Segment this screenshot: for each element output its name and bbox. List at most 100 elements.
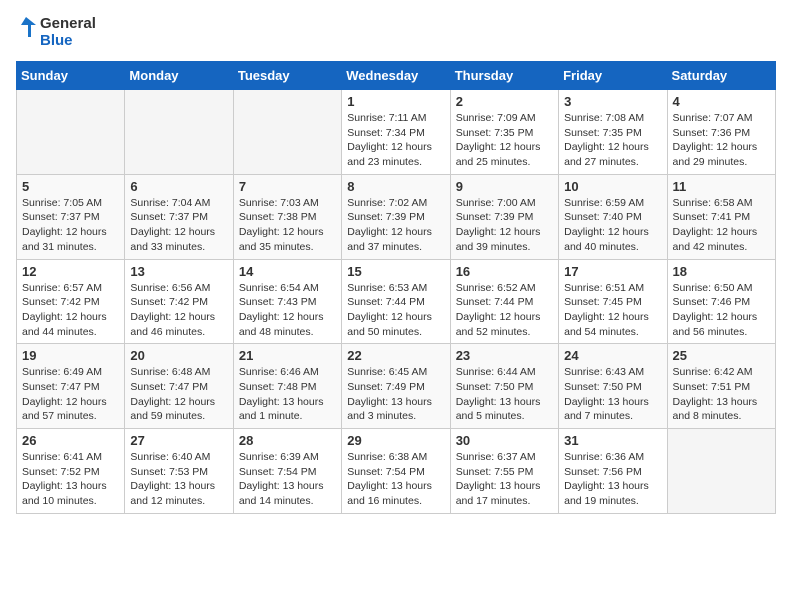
weekday-header: Saturday [667,62,775,90]
day-number: 15 [347,264,444,279]
day-info: Sunrise: 7:11 AM Sunset: 7:34 PM Dayligh… [347,111,444,170]
calendar-week-row: 12 Sunrise: 6:57 AM Sunset: 7:42 PM Dayli… [17,259,776,344]
weekday-header: Wednesday [342,62,450,90]
day-number: 21 [239,348,336,363]
day-number: 10 [564,179,661,194]
calendar-cell: 29 Sunrise: 6:38 AM Sunset: 7:54 PM Dayli… [342,429,450,514]
day-number: 27 [130,433,227,448]
calendar-header-row: SundayMondayTuesdayWednesdayThursdayFrid… [17,62,776,90]
day-info: Sunrise: 7:02 AM Sunset: 7:39 PM Dayligh… [347,196,444,255]
calendar-cell: 5 Sunrise: 7:05 AM Sunset: 7:37 PM Daylig… [17,174,125,259]
calendar-cell: 12 Sunrise: 6:57 AM Sunset: 7:42 PM Dayli… [17,259,125,344]
day-info: Sunrise: 7:00 AM Sunset: 7:39 PM Dayligh… [456,196,553,255]
day-info: Sunrise: 6:49 AM Sunset: 7:47 PM Dayligh… [22,365,119,424]
day-number: 6 [130,179,227,194]
day-info: Sunrise: 6:45 AM Sunset: 7:49 PM Dayligh… [347,365,444,424]
day-number: 9 [456,179,553,194]
calendar-cell: 18 Sunrise: 6:50 AM Sunset: 7:46 PM Dayli… [667,259,775,344]
day-number: 13 [130,264,227,279]
day-info: Sunrise: 7:04 AM Sunset: 7:37 PM Dayligh… [130,196,227,255]
weekday-header: Friday [559,62,667,90]
calendar-cell: 10 Sunrise: 6:59 AM Sunset: 7:40 PM Dayli… [559,174,667,259]
logo-text: General Blue [40,16,96,49]
day-info: Sunrise: 6:46 AM Sunset: 7:48 PM Dayligh… [239,365,336,424]
weekday-header: Monday [125,62,233,90]
calendar-cell: 16Sunrise: 6:52 AM Sunset: 7:44 PM Dayli… [450,259,558,344]
day-info: Sunrise: 6:43 AM Sunset: 7:50 PM Dayligh… [564,365,661,424]
day-info: Sunrise: 7:09 AM Sunset: 7:35 PM Dayligh… [456,111,553,170]
day-info: Sunrise: 7:08 AM Sunset: 7:35 PM Dayligh… [564,111,661,170]
calendar-cell: 1 Sunrise: 7:11 AM Sunset: 7:34 PM Daylig… [342,90,450,175]
day-info: Sunrise: 6:41 AM Sunset: 7:52 PM Dayligh… [22,450,119,509]
day-info: Sunrise: 6:37 AM Sunset: 7:55 PM Dayligh… [456,450,553,509]
weekday-header: Sunday [17,62,125,90]
day-number: 29 [347,433,444,448]
day-number: 24 [564,348,661,363]
calendar-cell: 21 Sunrise: 6:46 AM Sunset: 7:48 PM Dayli… [233,344,341,429]
day-info: Sunrise: 6:40 AM Sunset: 7:53 PM Dayligh… [130,450,227,509]
calendar-cell: 8 Sunrise: 7:02 AM Sunset: 7:39 PM Daylig… [342,174,450,259]
day-info: Sunrise: 6:50 AM Sunset: 7:46 PM Dayligh… [673,281,770,340]
weekday-header: Thursday [450,62,558,90]
day-number: 7 [239,179,336,194]
day-info: Sunrise: 7:07 AM Sunset: 7:36 PM Dayligh… [673,111,770,170]
day-info: Sunrise: 6:54 AM Sunset: 7:43 PM Dayligh… [239,281,336,340]
calendar-week-row: 19 Sunrise: 6:49 AM Sunset: 7:47 PM Dayli… [17,344,776,429]
day-info: Sunrise: 6:44 AM Sunset: 7:50 PM Dayligh… [456,365,553,424]
day-number: 31 [564,433,661,448]
calendar-cell: 15 Sunrise: 6:53 AM Sunset: 7:44 PM Dayli… [342,259,450,344]
day-number: 22 [347,348,444,363]
day-info: Sunrise: 6:48 AM Sunset: 7:47 PM Dayligh… [130,365,227,424]
logo-blue: Blue [40,33,96,50]
day-info: Sunrise: 6:52 AM Sunset: 7:44 PM Dayligh… [456,281,553,340]
day-number: 19 [22,348,119,363]
day-info: Sunrise: 7:05 AM Sunset: 7:37 PM Dayligh… [22,196,119,255]
calendar-week-row: 5 Sunrise: 7:05 AM Sunset: 7:37 PM Daylig… [17,174,776,259]
calendar-cell: 17Sunrise: 6:51 AM Sunset: 7:45 PM Dayli… [559,259,667,344]
day-number: 11 [673,179,770,194]
day-number: 26 [22,433,119,448]
logo-bird-icon [16,17,36,49]
day-number: 18 [673,264,770,279]
calendar-cell [667,429,775,514]
calendar-cell: 20 Sunrise: 6:48 AM Sunset: 7:47 PM Dayli… [125,344,233,429]
day-number: 28 [239,433,336,448]
day-number: 12 [22,264,119,279]
calendar-cell: 9 Sunrise: 7:00 AM Sunset: 7:39 PM Daylig… [450,174,558,259]
calendar-cell: 4Sunrise: 7:07 AM Sunset: 7:36 PM Daylig… [667,90,775,175]
day-number: 20 [130,348,227,363]
day-number: 2 [456,94,553,109]
calendar-cell: 27 Sunrise: 6:40 AM Sunset: 7:53 PM Dayli… [125,429,233,514]
calendar-cell: 30 Sunrise: 6:37 AM Sunset: 7:55 PM Dayli… [450,429,558,514]
calendar-cell: 6 Sunrise: 7:04 AM Sunset: 7:37 PM Daylig… [125,174,233,259]
logo-general: General [40,16,96,33]
calendar-cell: 26 Sunrise: 6:41 AM Sunset: 7:52 PM Dayli… [17,429,125,514]
day-info: Sunrise: 6:59 AM Sunset: 7:40 PM Dayligh… [564,196,661,255]
day-info: Sunrise: 6:53 AM Sunset: 7:44 PM Dayligh… [347,281,444,340]
calendar-cell: 24 Sunrise: 6:43 AM Sunset: 7:50 PM Dayli… [559,344,667,429]
day-info: Sunrise: 6:51 AM Sunset: 7:45 PM Dayligh… [564,281,661,340]
calendar-cell: 19 Sunrise: 6:49 AM Sunset: 7:47 PM Dayli… [17,344,125,429]
day-number: 25 [673,348,770,363]
day-number: 23 [456,348,553,363]
calendar-cell: 2 Sunrise: 7:09 AM Sunset: 7:35 PM Daylig… [450,90,558,175]
day-number: 5 [22,179,119,194]
logo: General Blue [16,16,96,49]
day-info: Sunrise: 6:57 AM Sunset: 7:42 PM Dayligh… [22,281,119,340]
day-info: Sunrise: 6:56 AM Sunset: 7:42 PM Dayligh… [130,281,227,340]
day-number: 14 [239,264,336,279]
calendar-cell: 25Sunrise: 6:42 AM Sunset: 7:51 PM Dayli… [667,344,775,429]
day-number: 1 [347,94,444,109]
day-number: 8 [347,179,444,194]
calendar-cell: 28 Sunrise: 6:39 AM Sunset: 7:54 PM Dayli… [233,429,341,514]
calendar-cell: 31 Sunrise: 6:36 AM Sunset: 7:56 PM Dayli… [559,429,667,514]
day-info: Sunrise: 6:39 AM Sunset: 7:54 PM Dayligh… [239,450,336,509]
day-number: 3 [564,94,661,109]
calendar-cell: 22 Sunrise: 6:45 AM Sunset: 7:49 PM Dayli… [342,344,450,429]
calendar-table: SundayMondayTuesdayWednesdayThursdayFrid… [16,61,776,514]
day-number: 30 [456,433,553,448]
calendar-cell [125,90,233,175]
day-info: Sunrise: 6:38 AM Sunset: 7:54 PM Dayligh… [347,450,444,509]
day-info: Sunrise: 6:36 AM Sunset: 7:56 PM Dayligh… [564,450,661,509]
weekday-header: Tuesday [233,62,341,90]
